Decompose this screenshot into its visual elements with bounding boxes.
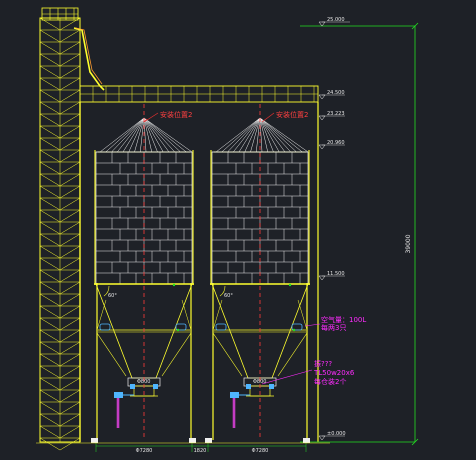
elevation-top-label: 25.000 (327, 17, 345, 23)
vibrator-line3: 每仓装2个 (314, 377, 346, 386)
elevation-platform-label: 24.500 (327, 90, 345, 96)
lattice-tower (39, 7, 81, 451)
overall-height-dimension: 39000 (405, 22, 419, 446)
bottom-dim-gap: 1820 (194, 448, 207, 454)
silo-elevation-drawing: 安装位置2 安装位置2 25.000 24.500 23.223 20.960 (36, 7, 419, 454)
air-tank (215, 323, 227, 331)
elevation-eave: 20.960 (318, 140, 345, 150)
top-platform (79, 85, 319, 442)
elevation-roof-peak: 23.223 (318, 111, 345, 121)
air-tank-annotation: 空气量：100L 每两3只 (304, 315, 366, 332)
cone-angle-left: 60° (108, 293, 117, 299)
install-location-left-label: 安装位置2 (160, 110, 192, 119)
install-callout-right: 安装位置2 (261, 110, 308, 123)
install-location-right-label: 安装位置2 (276, 110, 308, 119)
overall-height-label: 39000 (405, 234, 412, 253)
elevation-top: 25.000 (300, 17, 415, 27)
elevation-eave-label: 20.960 (327, 140, 345, 146)
outlet-size-left: Φ800 (137, 379, 150, 385)
bottom-dimensions: Φ7280 1820 Φ7280 (95, 442, 307, 454)
vibrator-line2: TL50w20x6 (313, 369, 355, 377)
elevation-ground-label: ±0.000 (327, 431, 346, 437)
aerator-unit (230, 392, 239, 398)
feed-pipe (73, 27, 105, 91)
outlet-size-right: Φ800 (253, 379, 266, 385)
vibrator-line1: 振??? (314, 359, 332, 368)
elevation-cone-top: 11.500 (318, 271, 345, 281)
bottom-dim-right: Φ7280 (252, 448, 269, 454)
elevation-cone-top-label: 11.500 (327, 271, 345, 277)
air-tank-line2: 每两3只 (321, 323, 346, 332)
air-tank-line1: 空气量：100L (321, 315, 366, 324)
elevation-platform: 24.500 (318, 90, 345, 100)
install-callout-left: 安装位置2 (143, 110, 192, 123)
cone-angle-right: 60° (224, 293, 233, 299)
bottom-dim-left: Φ7280 (136, 448, 153, 454)
elevation-ground: ±0.000 (300, 431, 415, 443)
aerator-unit (114, 392, 123, 398)
elevation-roof-peak-label: 23.223 (327, 111, 345, 117)
air-tank (99, 323, 111, 331)
foundation-pads (91, 438, 310, 443)
